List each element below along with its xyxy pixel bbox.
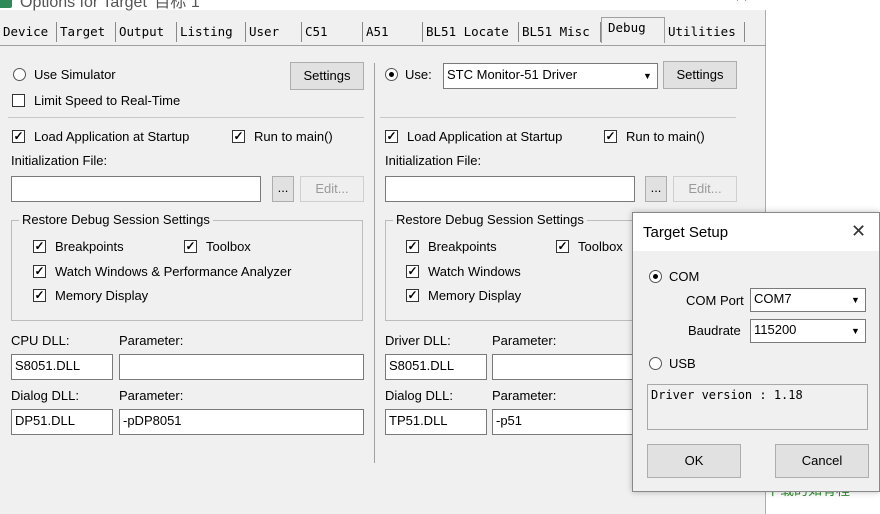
- memory-display-checkbox-right[interactable]: ✓: [406, 289, 419, 302]
- baudrate-label: Baudrate: [688, 323, 741, 338]
- use-driver-label: Use:: [405, 67, 432, 82]
- usb-radio[interactable]: [649, 357, 662, 370]
- watch-windows-checkbox[interactable]: ✓: [33, 265, 46, 278]
- driver-select[interactable]: STC Monitor-51 Driver ▼: [443, 63, 658, 89]
- tab-bl51-misc[interactable]: BL51 Misc: [519, 22, 601, 42]
- use-driver-radio[interactable]: [385, 68, 398, 81]
- toolbox-label: Toolbox: [206, 239, 251, 254]
- load-app-label: Load Application at Startup: [34, 129, 190, 144]
- use-simulator-label: Use Simulator: [34, 67, 116, 82]
- watch-windows-checkbox-right[interactable]: ✓: [406, 265, 419, 278]
- driver-select-value: STC Monitor-51 Driver: [447, 67, 578, 82]
- restore-group-title: Restore Debug Session Settings: [19, 212, 213, 227]
- app-icon: [0, 0, 12, 8]
- com-label: COM: [669, 269, 700, 284]
- cpu-param-label: Parameter:: [119, 333, 184, 348]
- driver-settings-button[interactable]: Settings: [663, 61, 737, 89]
- init-file-input-right[interactable]: [385, 176, 635, 202]
- dialog-dll-input-right[interactable]: TP51.DLL: [385, 409, 487, 435]
- init-file-edit-button-right[interactable]: Edit...: [673, 176, 737, 202]
- toolbox-label-right: Toolbox: [578, 239, 623, 254]
- limit-speed-label: Limit Speed to Real-Time: [34, 93, 181, 108]
- driver-dll-input[interactable]: S8051.DLL: [385, 354, 487, 380]
- chevron-down-icon[interactable]: ▼: [847, 290, 864, 310]
- tab-c51[interactable]: C51: [302, 22, 363, 42]
- tab-utilities[interactable]: Utilities: [665, 22, 745, 42]
- dialog-dll-label: Dialog DLL:: [11, 388, 79, 403]
- com-port-value: COM7: [754, 291, 792, 306]
- com-port-label: COM Port: [686, 293, 744, 308]
- ok-button[interactable]: OK: [647, 444, 741, 478]
- cancel-button[interactable]: Cancel: [775, 444, 869, 478]
- breakpoints-checkbox-right[interactable]: ✓: [406, 240, 419, 253]
- run-to-main-checkbox[interactable]: ✓: [232, 130, 245, 143]
- memory-display-checkbox[interactable]: ✓: [33, 289, 46, 302]
- baudrate-select[interactable]: 115200 ▼: [750, 319, 866, 343]
- tab-device[interactable]: Device: [0, 22, 57, 42]
- use-simulator-radio[interactable]: [13, 68, 26, 81]
- title-bar: Options for Target '目标 1' ✕: [0, 0, 766, 11]
- driver-dll-label: Driver DLL:: [385, 333, 451, 348]
- limit-speed-checkbox[interactable]: [12, 94, 25, 107]
- dialog-dll-label-right: Dialog DLL:: [385, 388, 453, 403]
- target-setup-title: Target Setup: [643, 224, 729, 241]
- toolbox-checkbox[interactable]: ✓: [184, 240, 197, 253]
- tab-output[interactable]: Output: [116, 22, 177, 42]
- tab-a51[interactable]: A51: [363, 22, 423, 42]
- cpu-dll-input[interactable]: S8051.DLL: [11, 354, 113, 380]
- init-file-browse-button[interactable]: ...: [272, 176, 294, 202]
- memory-display-label: Memory Display: [55, 288, 149, 303]
- load-app-checkbox-right[interactable]: ✓: [385, 130, 398, 143]
- run-to-main-label: Run to main(): [254, 129, 333, 144]
- dialog-param-label-right: Parameter:: [492, 388, 557, 403]
- window-title: Options for Target '目标 1': [20, 0, 203, 11]
- column-divider: [374, 63, 375, 463]
- com-radio[interactable]: [649, 270, 662, 283]
- restore-group-title-right: Restore Debug Session Settings: [393, 212, 587, 227]
- separator: [380, 117, 736, 118]
- usb-label: USB: [669, 356, 696, 371]
- driver-param-label: Parameter:: [492, 333, 557, 348]
- close-icon[interactable]: ✕: [851, 221, 866, 242]
- init-file-label: Initialization File:: [11, 153, 108, 168]
- simulator-settings-button[interactable]: Settings: [290, 62, 364, 90]
- com-port-select[interactable]: COM7 ▼: [750, 288, 866, 312]
- breakpoints-label: Breakpoints: [55, 239, 124, 254]
- cpu-dll-label: CPU DLL:: [11, 333, 70, 348]
- driver-version-box: Driver version : 1.18: [647, 384, 868, 430]
- tab-debug[interactable]: Debug: [601, 17, 665, 43]
- tab-bl51-locate[interactable]: BL51 Locate: [423, 22, 519, 42]
- init-file-label-right: Initialization File:: [385, 153, 482, 168]
- watch-windows-label: Watch Windows & Performance Analyzer: [55, 264, 292, 279]
- close-icon[interactable]: ✕: [734, 0, 749, 7]
- cpu-param-input[interactable]: [119, 354, 364, 380]
- target-setup-titlebar: Target Setup ✕: [633, 213, 879, 251]
- load-app-label-right: Load Application at Startup: [407, 129, 563, 144]
- breakpoints-checkbox[interactable]: ✓: [33, 240, 46, 253]
- tab-listing[interactable]: Listing: [177, 22, 246, 42]
- run-to-main-checkbox-right[interactable]: ✓: [604, 130, 617, 143]
- watch-windows-label-right: Watch Windows: [428, 264, 521, 279]
- toolbox-checkbox-right[interactable]: ✓: [556, 240, 569, 253]
- breakpoints-label-right: Breakpoints: [428, 239, 497, 254]
- tab-user[interactable]: User: [246, 22, 302, 42]
- init-file-input[interactable]: [11, 176, 261, 202]
- init-file-browse-button-right[interactable]: ...: [645, 176, 667, 202]
- dialog-param-input[interactable]: -pDP8051: [119, 409, 364, 435]
- tab-bar: Device Target Output Listing User C51 A5…: [0, 17, 766, 46]
- init-file-edit-button[interactable]: Edit...: [300, 176, 364, 202]
- load-app-checkbox[interactable]: ✓: [12, 130, 25, 143]
- chevron-down-icon[interactable]: ▼: [847, 321, 864, 341]
- baudrate-value: 115200: [754, 322, 797, 337]
- run-to-main-label-right: Run to main(): [626, 129, 705, 144]
- dialog-dll-input[interactable]: DP51.DLL: [11, 409, 113, 435]
- dialog-param-label: Parameter:: [119, 388, 184, 403]
- chevron-down-icon[interactable]: ▼: [639, 65, 656, 87]
- target-setup-dialog: Target Setup ✕ COM COM Port COM7 ▼ Baudr…: [632, 212, 880, 492]
- tab-target[interactable]: Target: [57, 22, 116, 42]
- separator: [8, 117, 364, 118]
- memory-display-label-right: Memory Display: [428, 288, 522, 303]
